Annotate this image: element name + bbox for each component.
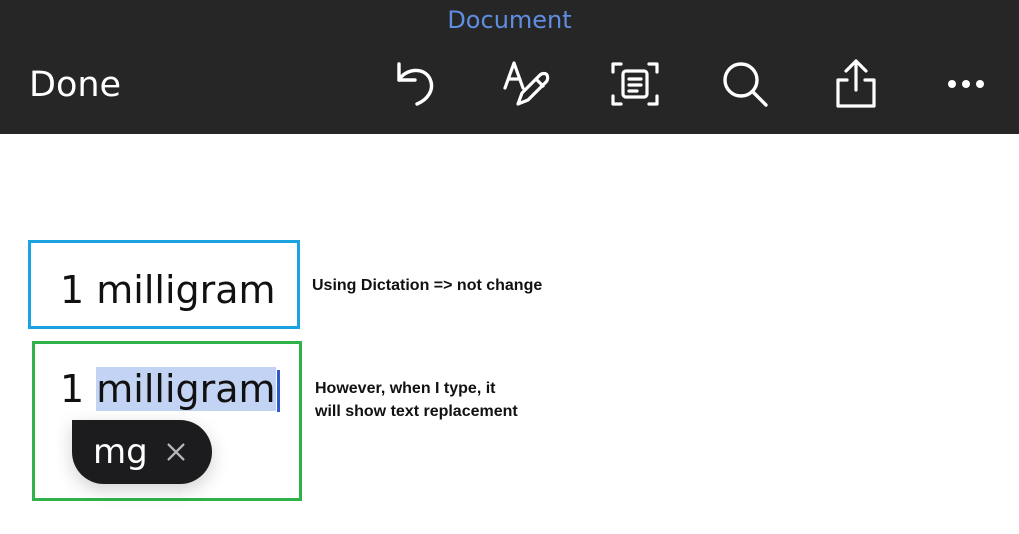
text-replacement-popup[interactable]: mg <box>72 420 212 484</box>
typing-note-line-1: However, when I type, it <box>315 380 496 397</box>
replacement-suggestion[interactable]: mg <box>93 432 148 472</box>
typed-text-line[interactable]: 1 milligram <box>60 365 280 413</box>
selected-word[interactable]: milligram <box>96 367 276 411</box>
markup-icon[interactable] <box>498 56 554 112</box>
share-icon[interactable] <box>828 56 884 112</box>
dictated-text-line[interactable]: 1 milligram <box>60 266 276 314</box>
undo-icon[interactable] <box>387 56 443 112</box>
done-button[interactable]: Done <box>29 63 121 107</box>
dictation-note: Using Dictation => not change <box>312 277 543 294</box>
scan-text-icon[interactable] <box>607 56 663 112</box>
dictated-word: milligram <box>96 268 276 312</box>
typed-number: 1 <box>60 367 85 411</box>
search-icon[interactable] <box>717 56 773 112</box>
dictated-number: 1 <box>60 268 85 312</box>
text-cursor <box>276 370 280 412</box>
document-title[interactable]: Document <box>0 5 1019 35</box>
close-icon[interactable] <box>164 440 188 464</box>
typing-note-line-2: will show text replacement <box>315 403 518 420</box>
more-icon[interactable] <box>938 56 994 112</box>
top-toolbar: Document Done <box>0 0 1019 134</box>
